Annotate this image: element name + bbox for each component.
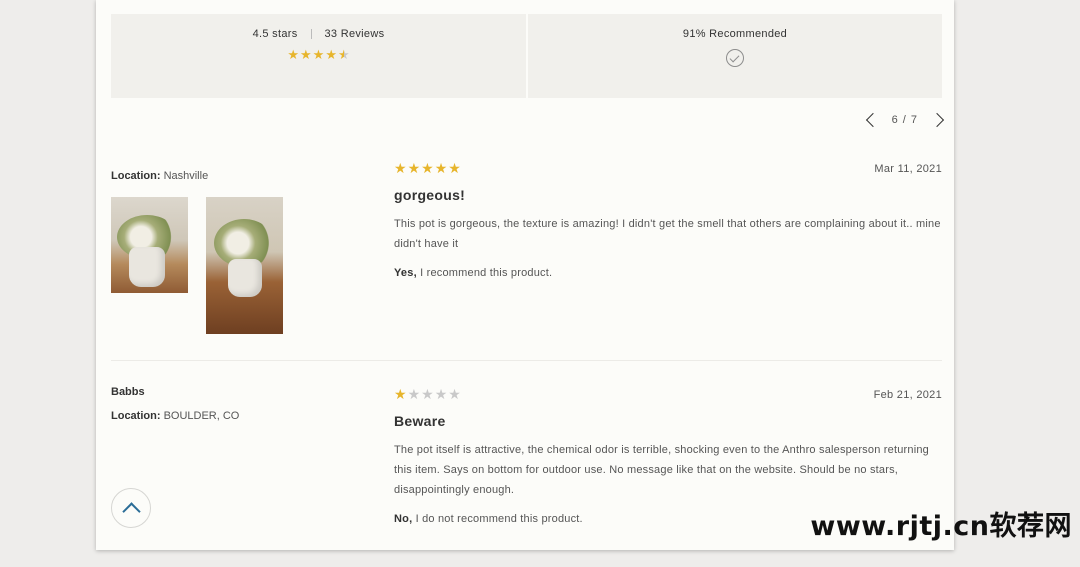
review-photo[interactable] [111,197,188,293]
star-icon: ★ [394,386,407,402]
recommend-text: I recommend this product. [416,267,553,279]
chevron-up-icon[interactable] [111,488,151,528]
star-icon: ★ [325,47,337,62]
review-divider [111,360,942,361]
recommend-text: I do not recommend this product. [412,513,583,525]
location-label: Location: [111,170,161,182]
recommended-percent: 91% Recommended [682,28,788,40]
recommend-statement: Yes, I recommend this product. [394,267,942,279]
review-rating-stars: ★ ★ ★ ★ ★ [394,161,461,175]
reviewer-location: Location: BOULDER, CO [111,410,391,422]
review-photo[interactable] [206,197,283,334]
review-count-link[interactable]: 33 Reviews [325,28,385,40]
star-icon: ★ [448,160,461,176]
page-indicator: 6 / 7 [891,114,918,126]
review-content: ★ ★ ★ ★ ★ Mar 11, 2021 gorgeous! This pot is… [394,160,942,279]
review-rating-stars: ★ ★ ★ ★ ★ [394,387,461,401]
star-icon: ★ [421,160,434,176]
check-circle-icon [726,49,744,67]
star-icon: ★ [300,47,312,62]
star-icon: ★ [312,47,325,62]
average-rating-label: 4.5 stars [252,28,298,40]
review-summary: 4.5 stars 33 Reviews ★ ★ ★ ★ ★ 91% Recommend… [111,14,942,98]
star-icon: ★ [434,386,448,402]
rating-summary: 4.5 stars 33 Reviews ★ ★ ★ ★ ★ [111,14,526,98]
star-icon: ★ [434,160,448,176]
star-icon: ★ [407,160,421,176]
recommend-answer: Yes, [394,267,417,279]
reviewer-location: Location: Nashville [111,170,391,182]
star-icon: ★ [394,160,407,176]
review-body: The pot itself is attractive, the chemic… [394,444,929,496]
star-icon: ★ [337,47,350,62]
watermark-text: www.rjtj.cn软荐网 [810,511,1072,542]
reviews-panel: 4.5 stars 33 Reviews ★ ★ ★ ★ ★ 91% Recommend… [96,0,954,550]
average-rating-stars: ★ ★ ★ ★ ★ [287,48,349,61]
star-icon: ★ [421,386,434,402]
recommend-answer: No, [394,513,413,525]
review-body: This pot is gorgeous, the texture is ama… [394,218,941,250]
reviewer-info: Babbs Location: BOULDER, CO [111,386,391,432]
review-pagination: 6 / 7 [865,112,945,128]
recommend-summary: 91% Recommended [528,14,942,98]
review-title: gorgeous! [394,187,466,203]
reviewer-name: Babbs [111,386,145,398]
reviewer-info: Location: Nashville [111,160,391,334]
star-icon: ★ [448,386,461,402]
chevron-left-icon[interactable] [865,112,880,128]
review-date: Feb 21, 2021 [873,389,942,401]
review-title: Beware [394,413,446,429]
star-icon: ★ [287,47,300,62]
location-label: Location: [111,410,161,422]
photo-pot [129,247,165,287]
summary-separator [310,29,312,39]
location-value: BOULDER, CO [163,410,240,422]
location-value: Nashville [163,170,209,182]
photo-pot [228,259,262,297]
star-icon: ★ [407,386,421,402]
chevron-right-icon[interactable] [929,112,945,128]
review-date: Mar 11, 2021 [874,163,942,175]
